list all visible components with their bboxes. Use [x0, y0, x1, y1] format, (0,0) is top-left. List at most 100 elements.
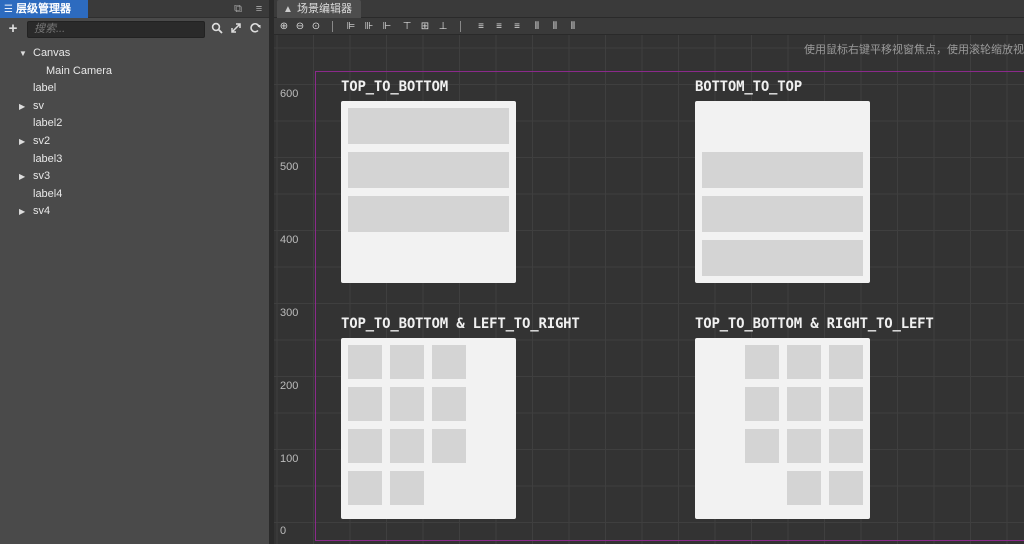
- align-center-v-icon[interactable]: ⊞: [418, 19, 432, 34]
- align-top-icon[interactable]: ⊤: [400, 19, 414, 34]
- list-item: [348, 152, 509, 188]
- grid-item: [390, 471, 424, 505]
- tree-node[interactable]: label4: [0, 186, 269, 204]
- zoom-out-icon[interactable]: ⊖: [293, 19, 307, 34]
- expand-all-icon[interactable]: [229, 22, 243, 36]
- scene-toolbar: ⊕ ⊖ ⊙ ⊫ ⊪ ⊩ ⊤ ⊞ ⊥ ≡ ≡ ≡ ⦀ ⦀ ⦀: [274, 18, 1024, 35]
- list-item: [348, 108, 509, 144]
- tree-node-label: sv2: [33, 134, 51, 147]
- zoom-reset-icon[interactable]: ⊙: [309, 19, 323, 34]
- grid-item: [432, 429, 466, 463]
- tree-node[interactable]: label3: [0, 151, 269, 169]
- grid-item: [787, 345, 821, 379]
- scene-editor-panel: ▲ 场景编辑器 ⊕ ⊖ ⊙ ⊫ ⊪ ⊩ ⊤ ⊞ ⊥ ≡ ≡ ≡ ⦀ ⦀ ⦀ 使用鼠…: [274, 0, 1024, 544]
- tree-node[interactable]: ▶ sv4: [0, 203, 269, 221]
- menu-icon[interactable]: ≡: [252, 2, 266, 16]
- grid-item: [787, 429, 821, 463]
- list-item: [702, 240, 863, 276]
- scrollview-top-to-bottom-right-to-left[interactable]: [695, 338, 870, 519]
- hierarchy-icon: ☰: [4, 4, 13, 15]
- tree-node-label: label3: [33, 152, 63, 165]
- collapsed-arrow-icon[interactable]: ▶: [19, 98, 27, 116]
- distribute-bottom-icon[interactable]: ≡: [510, 19, 524, 34]
- scrollview-top-to-bottom[interactable]: [341, 101, 516, 283]
- grid-item: [348, 429, 382, 463]
- toolbar-separator: [332, 21, 333, 32]
- grid-item: [787, 471, 821, 505]
- refresh-icon[interactable]: [248, 22, 262, 36]
- node-tree: ▼ Canvas Main Camera label ▶ sv label2 ▶ sv2 labe…: [0, 45, 269, 221]
- search-icon[interactable]: [210, 22, 224, 36]
- view-title: BOTTOM_TO_TOP: [695, 79, 802, 95]
- hierarchy-panel: ☰ 层级管理器 ⧉ ≡ + 搜索... ▼ Canvas Main Camera lab…: [0, 0, 269, 544]
- list-item: [702, 152, 863, 188]
- tree-node-label: label2: [33, 117, 63, 130]
- tab-scene-editor[interactable]: ▲ 场景编辑器: [277, 0, 361, 18]
- tree-node-label: sv: [33, 99, 44, 112]
- list-item: [348, 196, 509, 232]
- list-item: [702, 196, 863, 232]
- scrollview-top-to-bottom-left-to-right[interactable]: [341, 338, 516, 519]
- align-bottom-icon[interactable]: ⊥: [436, 19, 450, 34]
- tab-hierarchy[interactable]: ☰ 层级管理器: [0, 0, 88, 18]
- collapsed-arrow-icon[interactable]: ▶: [19, 168, 27, 186]
- grid-item: [348, 471, 382, 505]
- collapsed-arrow-icon[interactable]: ▶: [19, 203, 27, 221]
- grid-item: [829, 345, 863, 379]
- grid-item: [432, 345, 466, 379]
- viewport-hint: 使用鼠标右键平移视窗焦点，使用滚轮缩放视: [804, 44, 1024, 56]
- scene-viewport[interactable]: 使用鼠标右键平移视窗焦点，使用滚轮缩放视 600 500 400 300 200…: [274, 35, 1024, 544]
- tree-node[interactable]: ▼ Canvas: [0, 45, 269, 63]
- tree-node[interactable]: Main Camera: [0, 63, 269, 81]
- view-title: TOP_TO_BOTTOM: [341, 79, 448, 95]
- y-axis-label: 100: [280, 453, 299, 465]
- align-right-icon[interactable]: ⊩: [380, 19, 394, 34]
- scene-icon: ▲: [283, 4, 293, 15]
- search-input[interactable]: 搜索...: [27, 21, 205, 38]
- grid-item: [829, 387, 863, 421]
- tree-node-label: sv3: [33, 170, 51, 183]
- tree-node[interactable]: ▶ sv3: [0, 168, 269, 186]
- tree-node-label: label4: [33, 187, 63, 200]
- editor-window: ☰ 层级管理器 ⧉ ≡ + 搜索... ▼ Canvas Main Camera lab…: [0, 0, 1024, 544]
- zoom-in-icon[interactable]: ⊕: [277, 19, 291, 34]
- grid-item: [390, 429, 424, 463]
- grid-item: [745, 345, 779, 379]
- hierarchy-toolbar: + 搜索...: [0, 18, 269, 42]
- tree-node-label: Canvas: [33, 47, 71, 59]
- distribute-top-icon[interactable]: ≡: [474, 19, 488, 34]
- tree-node[interactable]: label2: [0, 115, 269, 133]
- grid-item: [745, 429, 779, 463]
- distribute-center-h-icon[interactable]: ⦀: [548, 19, 562, 34]
- grid-item: [348, 387, 382, 421]
- tree-node-label: Main Camera: [46, 64, 113, 77]
- scene-tab-bar: ▲ 场景编辑器: [274, 0, 1024, 18]
- tree-node[interactable]: ▶ sv: [0, 98, 269, 116]
- y-axis-label: 0: [280, 525, 287, 537]
- align-left-icon[interactable]: ⊫: [344, 19, 358, 34]
- y-axis-label: 400: [280, 234, 299, 246]
- y-axis-label: 300: [280, 307, 299, 319]
- tree-node[interactable]: ▶ sv2: [0, 133, 269, 151]
- collapsed-arrow-icon[interactable]: ▶: [19, 133, 27, 151]
- distribute-center-v-icon[interactable]: ≡: [492, 19, 506, 34]
- popout-icon[interactable]: ⧉: [231, 2, 245, 16]
- y-axis-label: 600: [280, 88, 299, 100]
- grid-item: [390, 345, 424, 379]
- expanded-arrow-icon[interactable]: ▼: [19, 45, 27, 63]
- distribute-left-icon[interactable]: ⦀: [530, 19, 544, 34]
- distribute-right-icon[interactable]: ⦀: [566, 19, 580, 34]
- hierarchy-tab-bar: ☰ 层级管理器 ⧉ ≡: [0, 0, 269, 18]
- tree-node-label: sv4: [33, 205, 51, 218]
- tree-node[interactable]: label: [0, 80, 269, 98]
- grid-item: [390, 387, 424, 421]
- grid-item: [829, 471, 863, 505]
- grid-item: [432, 387, 466, 421]
- tab-hierarchy-label: 层级管理器: [16, 3, 71, 15]
- grid-item: [348, 345, 382, 379]
- grid-item: [787, 387, 821, 421]
- add-node-button[interactable]: +: [6, 21, 20, 37]
- align-center-h-icon[interactable]: ⊪: [362, 19, 376, 34]
- y-axis-label: 200: [280, 380, 299, 392]
- scrollview-bottom-to-top[interactable]: [695, 101, 870, 283]
